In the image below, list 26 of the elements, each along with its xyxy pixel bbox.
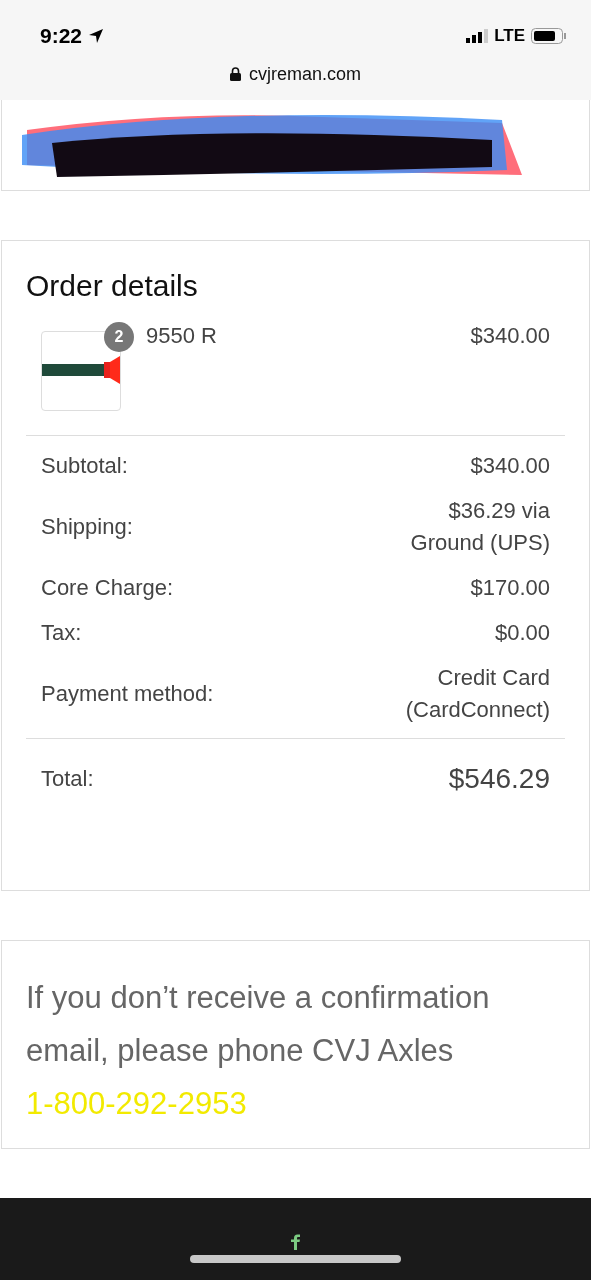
order-details-heading: Order details bbox=[26, 269, 199, 303]
product-axle-icon bbox=[42, 356, 120, 386]
summary-value: Credit Card (CardConnect) bbox=[404, 664, 550, 724]
facebook-icon[interactable] bbox=[290, 1234, 301, 1250]
total-label: Total: bbox=[41, 766, 94, 792]
confirmation-notice: If you don’t receive a confirmation email, please phone CVJ Axles 1-800-292-2953 bbox=[26, 979, 491, 1123]
product-name: 9550 R bbox=[146, 323, 218, 349]
product-price: $340.00 bbox=[470, 323, 550, 349]
summary-value: $340.00 bbox=[470, 452, 550, 480]
location-arrow-icon bbox=[88, 28, 105, 44]
total-value: $546.29 bbox=[448, 763, 550, 795]
summary-label: Subtotal: bbox=[41, 453, 128, 479]
signal-icon bbox=[466, 29, 489, 43]
lock-icon bbox=[230, 67, 241, 81]
address-bar-url[interactable]: cvjreman.com bbox=[249, 63, 361, 85]
network-label: LTE bbox=[494, 26, 525, 46]
summary-label: Shipping: bbox=[41, 514, 133, 540]
summary-value: $36.29 via Ground (UPS) bbox=[409, 497, 550, 557]
summary-label: Core Charge: bbox=[41, 575, 174, 601]
battery-icon bbox=[531, 28, 567, 44]
quantity-badge: 2 bbox=[104, 322, 134, 352]
summary-label: Payment method: bbox=[41, 681, 214, 707]
summary-value: $170.00 bbox=[470, 574, 550, 602]
summary-value: $0.00 bbox=[494, 619, 550, 647]
status-time: 9:22 bbox=[40, 24, 83, 48]
summary-label: Tax: bbox=[41, 620, 82, 646]
